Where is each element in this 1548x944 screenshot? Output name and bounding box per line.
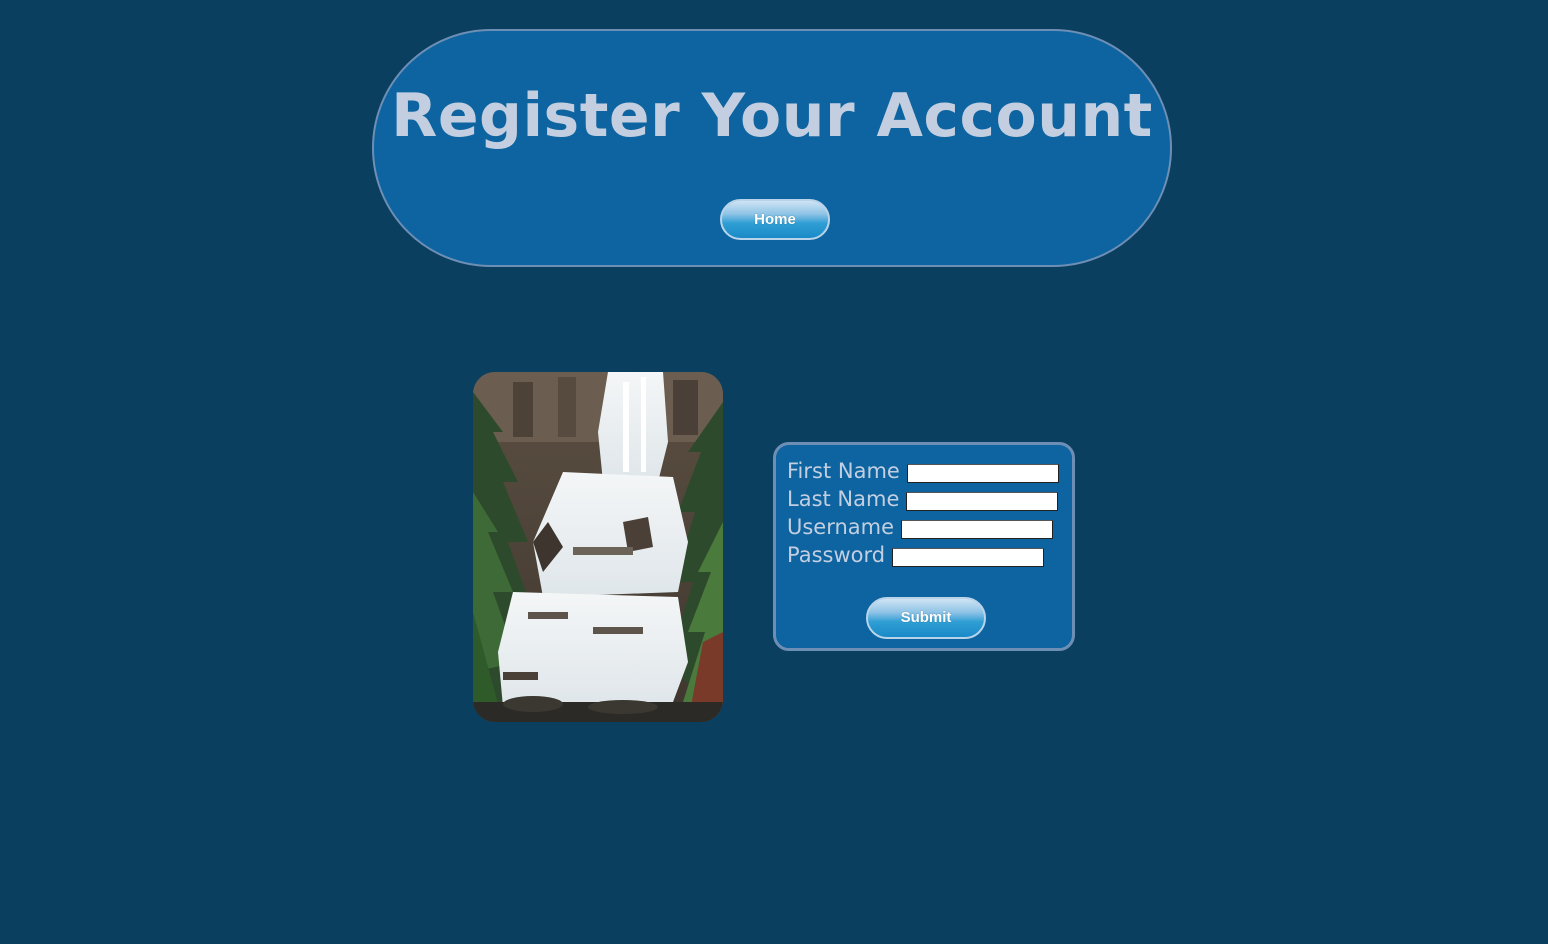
password-row: Password: [787, 541, 1045, 569]
home-button[interactable]: Home: [720, 199, 830, 240]
password-field[interactable]: [892, 547, 1045, 567]
last-name-label: Last Name: [787, 487, 900, 511]
last-name-row: Last Name: [787, 485, 1059, 513]
first-name-label: First Name: [787, 459, 900, 483]
last-name-field[interactable]: [906, 491, 1059, 511]
registration-form: First Name Last Name Username Password S…: [773, 442, 1075, 651]
username-label: Username: [787, 515, 895, 539]
username-row: Username: [787, 513, 1054, 541]
header-banner: Register Your Account Home: [372, 29, 1172, 267]
page-title: Register Your Account: [391, 81, 1153, 151]
username-field[interactable]: [901, 519, 1054, 539]
password-label: Password: [787, 543, 886, 567]
waterfall-image: [473, 372, 723, 722]
first-name-row: First Name: [787, 457, 1059, 485]
submit-button[interactable]: Submit: [866, 597, 986, 639]
first-name-field[interactable]: [906, 463, 1059, 483]
